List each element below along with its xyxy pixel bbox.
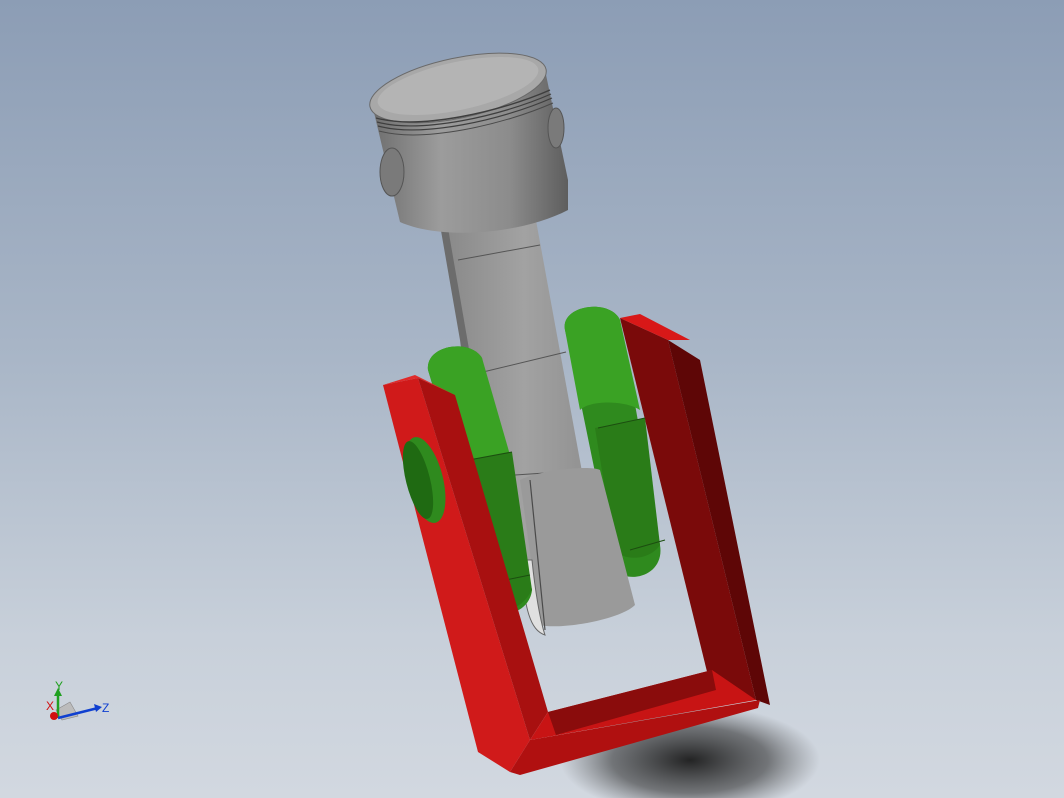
orientation-triad[interactable]: Y X Z [40,680,120,740]
piston[interactable] [364,40,568,233]
z-axis-arrowhead [94,704,102,712]
z-axis-label: Z [102,701,109,715]
assembly-model[interactable] [0,0,1064,798]
x-axis-dot [50,712,58,720]
y-axis-label: Y [55,680,63,693]
graphics-viewport[interactable]: Y X Z [0,0,1064,798]
x-axis-label: X [46,699,54,713]
